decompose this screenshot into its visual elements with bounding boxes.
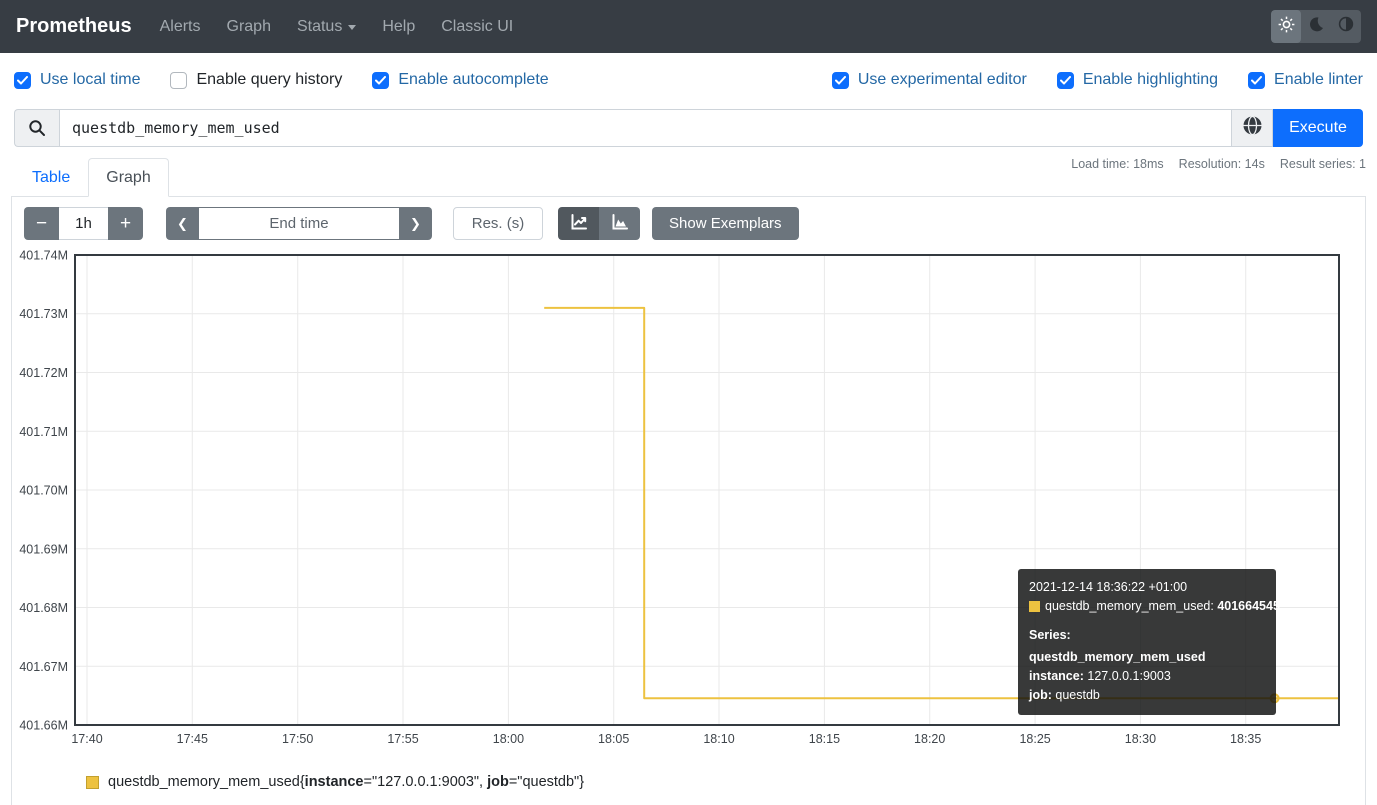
graph-controls: − + ❮ ❯ Show Exemplars [0,207,1377,240]
series-color-swatch [1029,601,1040,612]
query-bar: Execute [14,109,1363,147]
search-icon [14,109,59,147]
show-exemplars-button[interactable]: Show Exemplars [652,207,799,240]
sun-icon [1278,16,1295,38]
nav-item-status[interactable]: Status [297,18,356,36]
theme-auto-button[interactable] [1331,10,1361,43]
series-color-swatch [86,776,99,789]
options-row: Use local time Enable query history Enab… [14,66,1363,94]
moon-icon [1308,16,1324,37]
legend-label: questdb_memory_mem_used{instance="127.0.… [108,774,584,790]
range-control: − + [24,207,143,240]
result-series: Result series: 1 [1280,157,1366,171]
checkbox-use-local-time[interactable]: Use local time [14,71,140,89]
resolution: Resolution: 14s [1179,157,1265,171]
range-decrease-button[interactable]: − [24,207,59,240]
theme-dark-button[interactable] [1301,10,1331,43]
checkbox-icon [832,72,849,89]
tooltip-series-heading: Series: [1029,626,1265,645]
chart-type-toggle [558,207,640,240]
nav-item-classic-ui[interactable]: Classic UI [441,18,513,36]
execute-button[interactable]: Execute [1273,109,1363,147]
resolution-control [453,207,543,240]
theme-toggle-group [1271,10,1361,43]
checkbox-icon [1057,72,1074,89]
checkbox-enable-linter[interactable]: Enable linter [1248,71,1363,89]
range-increase-button[interactable]: + [108,207,143,240]
metrics-explorer-button[interactable] [1231,109,1273,147]
exemplars-control: Show Exemplars [652,207,799,240]
options-left: Use local time Enable query history Enab… [14,71,549,89]
app-brand[interactable]: Prometheus [16,15,132,38]
line-chart-toggle-button[interactable] [558,207,599,240]
nav-item-alerts[interactable]: Alerts [160,18,201,36]
nav-links: Alerts Graph Status Help Classic UI [160,18,514,36]
resolution-input[interactable] [453,207,543,240]
checkbox-enable-query-history[interactable]: Enable query history [170,71,342,89]
end-time-control: ❮ ❯ [166,207,432,240]
chart-tooltip: 2021-12-14 18:36:22 +01:00 questdb_memor… [1018,569,1276,715]
tab-table[interactable]: Table [14,158,88,197]
prometheus-app: Prometheus Alerts Graph Status Help Clas… [0,0,1377,805]
end-time-input[interactable] [199,207,399,240]
tooltip-job-line: job: questdb [1029,686,1265,705]
area-chart-icon [610,212,630,235]
nav-item-graph[interactable]: Graph [227,18,271,36]
tab-graph[interactable]: Graph [88,158,168,197]
checkbox-use-experimental-editor[interactable]: Use experimental editor [832,71,1027,89]
checkbox-enable-autocomplete[interactable]: Enable autocomplete [372,71,548,89]
checkbox-icon [14,72,31,89]
checkbox-icon [170,72,187,89]
query-input[interactable] [59,109,1231,147]
globe-icon [1242,115,1263,141]
line-chart-icon [569,212,589,235]
checkbox-icon [372,72,389,89]
tooltip-value: 401664545 [1217,599,1280,613]
query-stats: Load time: 18ms Resolution: 14s Result s… [1071,157,1366,171]
time-forward-button[interactable]: ❯ [399,207,432,240]
range-input[interactable] [59,207,108,240]
theme-light-button[interactable] [1271,10,1301,43]
checkbox-enable-highlighting[interactable]: Enable highlighting [1057,71,1218,89]
navbar: Prometheus Alerts Graph Status Help Clas… [0,0,1377,53]
checkbox-icon [1248,72,1265,89]
tooltip-metric-line: questdb_memory_mem_used: 401664545 [1029,597,1265,616]
chevron-down-icon [348,25,356,30]
options-right: Use experimental editor Enable highlight… [832,71,1363,89]
tooltip-timestamp: 2021-12-14 18:36:22 +01:00 [1029,578,1265,597]
nav-item-help[interactable]: Help [382,18,415,36]
area-chart-toggle-button[interactable] [599,207,640,240]
load-time: Load time: 18ms [1071,157,1163,171]
view-tabs: Table Graph [14,158,169,197]
chart-legend[interactable]: questdb_memory_mem_used{instance="127.0.… [86,774,584,790]
tooltip-series-name: questdb_memory_mem_used [1029,648,1265,667]
tooltip-instance-line: instance: 127.0.0.1:9003 [1029,667,1265,686]
contrast-icon [1338,16,1354,37]
time-back-button[interactable]: ❮ [166,207,199,240]
